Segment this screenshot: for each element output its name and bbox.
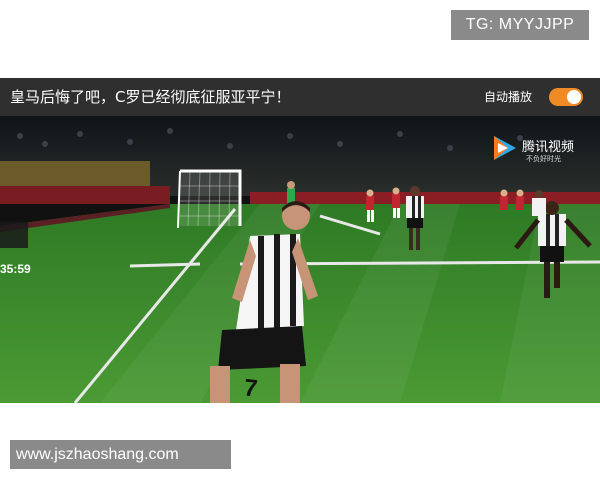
logo-name: 腾讯视频 [522,140,575,155]
video-title: 皇马后悔了吧，C罗已经彻底征服亚平宁！ [10,88,291,106]
scoreboard-strip [0,222,28,248]
video-title-bar: 皇马后悔了吧，C罗已经彻底征服亚平宁！ 自动播放 [0,78,600,116]
telegram-watermark: TG: MYYJJPP [451,10,589,40]
tencent-video-logo: 腾讯视频 不负好时光 [490,134,574,166]
match-clock: 35:59 [0,262,31,276]
autoplay-label: 自动播放 [484,90,533,104]
ad-board-left [0,186,170,204]
toggle-knob [567,90,581,104]
tencent-video-icon [494,136,516,160]
video-player[interactable]: 皇马后悔了吧，C罗已经彻底征服亚平宁！ 自动播放 35:59 7 腾讯视频 不负… [0,78,600,403]
autoplay-toggle[interactable] [549,88,583,106]
ad-board-right [250,192,600,204]
logo-tagline: 不负好时光 [526,155,561,163]
website-watermark: www.jszhaoshang.com [10,440,231,469]
goal [177,169,242,229]
jersey-number: 7 [242,374,259,403]
